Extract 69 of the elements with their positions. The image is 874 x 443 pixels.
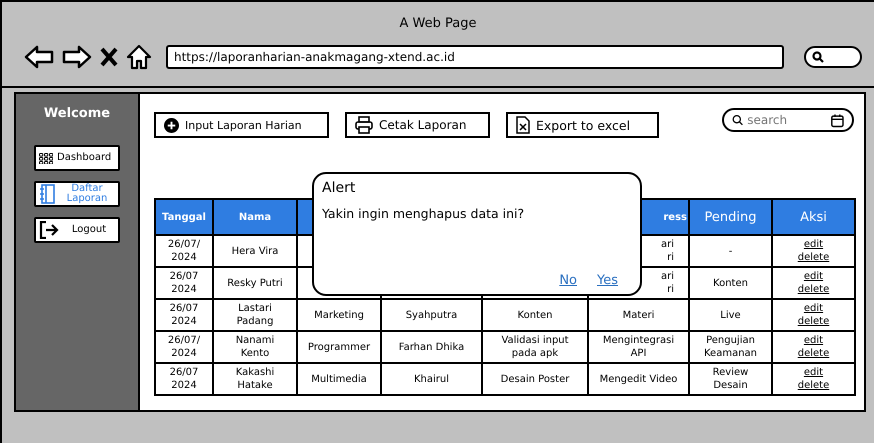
table-cell: Hera Vira — [213, 235, 297, 267]
table-cell: 26/07 2024 — [155, 267, 213, 299]
table-cell: Nanami Kento — [213, 331, 297, 363]
close-icon[interactable] — [100, 47, 118, 67]
dialog-title: Alert — [322, 180, 356, 196]
printer-icon — [355, 116, 373, 134]
window-title: A Web Page — [398, 15, 478, 33]
home-icon[interactable] — [126, 44, 152, 70]
table-cell: Farhan Dhika — [381, 331, 482, 363]
column-header: Nama — [213, 199, 297, 235]
table-cell: 26/07 2024 — [155, 363, 213, 395]
toolbar-button[interactable]: Input Laporan Harian — [154, 112, 329, 138]
sidebar-item[interactable]: Logout — [34, 217, 120, 243]
sidebar-item[interactable]: Daftar Laporan — [34, 181, 120, 207]
browser-search-field[interactable] — [804, 46, 862, 68]
column-header: Tanggal — [155, 199, 213, 235]
table-cell: Khairul — [381, 363, 482, 395]
table-cell: Review Desain — [689, 363, 772, 395]
table-cell: Multimedia — [297, 363, 381, 395]
table-cell: Resky Putri — [213, 267, 297, 299]
action-link[interactable]: edit — [804, 366, 824, 379]
table-cell: 26/07/ 2024 — [155, 235, 213, 267]
dialog-button[interactable]: No — [559, 273, 577, 288]
table-cell: Marketing — [297, 299, 381, 331]
spreadsheet-file-icon — [516, 116, 530, 134]
notebook-icon — [39, 184, 55, 204]
table-cell: Konten — [689, 267, 772, 299]
action-link[interactable]: delete — [798, 379, 830, 392]
table-cell: Mengedit Video — [588, 363, 689, 395]
action-link[interactable]: delete — [798, 347, 830, 360]
action-link[interactable]: edit — [804, 334, 824, 347]
table-cell: Live — [689, 299, 772, 331]
calendar-icon[interactable] — [831, 112, 844, 128]
logout-icon — [39, 221, 59, 239]
action-link[interactable]: edit — [804, 270, 824, 283]
grid-icon — [39, 152, 53, 164]
search-icon — [812, 51, 824, 63]
search-field[interactable]: search — [722, 108, 854, 132]
toolbar-button[interactable]: Cetak Laporan — [345, 112, 490, 138]
table-cell: Konten — [482, 299, 588, 331]
table-cell: - — [689, 235, 772, 267]
table-cell: 26/07 2024 — [155, 299, 213, 331]
search-icon — [732, 113, 744, 127]
dialog-message: Yakin ingin menghapus data ini? — [322, 206, 526, 221]
dialog-button[interactable]: Yes — [597, 273, 618, 288]
table-cell: Materi — [588, 299, 689, 331]
action-link[interactable]: edit — [804, 238, 824, 251]
table-cell: Programmer — [297, 331, 381, 363]
sidebar-title: Welcome — [44, 106, 110, 121]
action-link[interactable]: delete — [798, 251, 830, 264]
table-cell: Pengujian Keamanan — [689, 331, 772, 363]
toolbar-button[interactable]: Export to excel — [506, 112, 659, 138]
table-cell: Syahputra — [381, 299, 482, 331]
back-icon[interactable] — [24, 45, 54, 69]
action-link[interactable]: edit — [804, 302, 824, 315]
address-bar[interactable]: https://laporanharian-anakmagang-xtend.ac.id — [166, 45, 784, 69]
plus-icon — [164, 118, 179, 132]
sidebar-item[interactable]: Dashboard — [34, 145, 120, 171]
table-cell: Lastari Padang — [213, 299, 297, 331]
action-link[interactable]: delete — [798, 283, 830, 296]
column-header: Pending — [689, 199, 772, 235]
table-cell: Mengintegrasi API — [588, 331, 689, 363]
table-cell: Desain Poster — [482, 363, 588, 395]
column-header: Aksi — [772, 199, 855, 235]
table-cell: 26/07/ 2024 — [155, 331, 213, 363]
action-link[interactable]: delete — [798, 315, 830, 328]
forward-icon[interactable] — [62, 45, 92, 69]
table-cell: Validasi input pada apk — [482, 331, 588, 363]
table-cell: Kakashi Hatake — [213, 363, 297, 395]
